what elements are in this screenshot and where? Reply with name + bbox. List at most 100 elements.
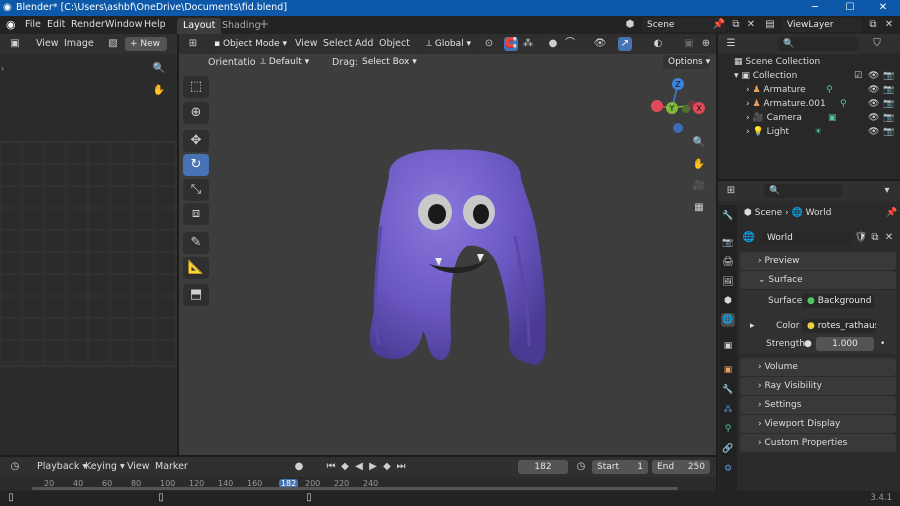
- world-tab-icon[interactable]: 🌐: [721, 313, 735, 327]
- collection-tab-icon[interactable]: ▣: [721, 339, 735, 353]
- properties-type-icon[interactable]: ⊞: [724, 184, 738, 198]
- pivot-icon[interactable]: ⊙: [482, 37, 496, 51]
- snap-icon[interactable]: 🧲: [504, 37, 518, 51]
- minimize-button[interactable]: ─: [798, 0, 832, 16]
- new-image-button[interactable]: + New: [125, 37, 167, 51]
- image-view-menu[interactable]: View: [36, 38, 59, 49]
- jump-start-icon[interactable]: ⏮: [324, 460, 338, 474]
- viewport-zoom-icon[interactable]: 🔍: [692, 136, 706, 150]
- light-render-icon[interactable]: 📷: [883, 127, 894, 137]
- delete-scene-icon[interactable]: ✕: [744, 18, 758, 32]
- armature-visibility-icon[interactable]: 👁: [868, 85, 879, 95]
- pin-icon[interactable]: 📌: [712, 18, 726, 32]
- navigation-gizmo[interactable]: Z Y X: [647, 78, 711, 138]
- xray-icon[interactable]: ▣: [682, 37, 696, 51]
- light-visibility-icon[interactable]: 👁: [868, 127, 879, 137]
- viewport-view-menu[interactable]: View: [295, 38, 318, 49]
- play-reverse-icon[interactable]: ◀: [352, 460, 366, 474]
- jump-end-icon[interactable]: ⏭: [394, 460, 408, 474]
- modifier-tab-icon[interactable]: 🔧: [721, 383, 735, 397]
- scale-tool[interactable]: ⤡: [183, 179, 209, 201]
- viewport-select-menu[interactable]: Select: [323, 38, 352, 49]
- gizmo-x-axis[interactable]: [651, 100, 663, 112]
- annotate-tool[interactable]: ✎: [183, 232, 209, 254]
- outliner-item-armature-001[interactable]: › ♟ Armature.001 ⚲ 👁 📷: [746, 99, 900, 113]
- gizmo-toggle-icon[interactable]: ↗: [618, 37, 632, 51]
- pin-properties-icon[interactable]: 📌: [886, 208, 897, 218]
- output-tab-icon[interactable]: 🖨: [721, 255, 735, 269]
- view-layer-tab-icon[interactable]: 🖼: [721, 275, 735, 289]
- start-frame-field[interactable]: Start 1: [592, 460, 648, 474]
- measure-tool[interactable]: 📐: [183, 257, 209, 279]
- maximize-button[interactable]: ☐: [833, 0, 867, 16]
- viewport-pan-icon[interactable]: ✋: [692, 158, 706, 172]
- physics-tab-icon[interactable]: ⚲: [721, 422, 735, 436]
- viewport-add-menu[interactable]: Add: [355, 38, 373, 49]
- add-workspace-button[interactable]: +: [259, 17, 269, 31]
- preview-range-icon[interactable]: ◷: [574, 460, 588, 474]
- object-tab-icon[interactable]: ▣: [721, 363, 735, 377]
- outliner-type-icon[interactable]: ☰: [724, 37, 738, 51]
- prev-keyframe-icon[interactable]: ◆: [338, 460, 352, 474]
- outliner-search-input[interactable]: 🔍: [778, 37, 858, 51]
- outliner-item-light[interactable]: › 💡 Light ☀ 👁 📷: [746, 127, 900, 141]
- close-window-button[interactable]: ✕: [866, 0, 900, 16]
- menu-edit[interactable]: Edit: [47, 19, 65, 30]
- ray-visibility-section[interactable]: › Ray Visibility: [740, 377, 896, 395]
- record-icon[interactable]: ●: [292, 460, 306, 474]
- particles-tab-icon[interactable]: ⁂: [721, 403, 735, 417]
- falloff-icon[interactable]: ⌒: [563, 37, 577, 51]
- outliner-item-camera[interactable]: › 🎥 Camera ▣ 👁 📷: [746, 113, 900, 127]
- add-cube-tool[interactable]: ⬒: [183, 284, 209, 306]
- perspective-grid-icon[interactable]: ▦: [692, 201, 706, 215]
- play-icon[interactable]: ▶: [366, 460, 380, 474]
- strength-field[interactable]: 1.000: [816, 337, 874, 351]
- timeline-type-icon[interactable]: ◷: [8, 460, 22, 474]
- custom-properties-section[interactable]: › Custom Properties: [740, 434, 896, 452]
- color-texture-field[interactable]: ● rotes_rathaus_...: [802, 319, 876, 333]
- strength-keyframe-icon[interactable]: •: [880, 339, 885, 353]
- new-world-icon[interactable]: ⧉: [868, 231, 882, 245]
- scene-tab-icon[interactable]: ⬢: [721, 294, 735, 308]
- camera-visibility-icon[interactable]: 👁: [868, 113, 879, 123]
- surface-section[interactable]: ⌄ Surface: [740, 271, 896, 289]
- new-scene-icon[interactable]: ⧉: [729, 18, 743, 32]
- rotate-tool[interactable]: ↻: [183, 154, 209, 176]
- object-mode-dropdown[interactable]: ▪ Object Mode ▾: [209, 37, 287, 51]
- current-frame-field[interactable]: 182: [518, 460, 568, 474]
- menu-file[interactable]: File: [25, 19, 41, 30]
- constraints-tab-icon[interactable]: 🔗: [721, 442, 735, 456]
- zoom-icon[interactable]: 🔍: [152, 62, 166, 76]
- keying-menu[interactable]: Keying ▾: [85, 461, 125, 472]
- collection-render-icon[interactable]: 📷: [883, 71, 894, 81]
- pan-hand-icon[interactable]: ✋: [152, 84, 166, 98]
- render-tab-icon[interactable]: 📷: [721, 236, 735, 250]
- camera-view-icon[interactable]: 🎥: [692, 179, 706, 193]
- new-viewlayer-icon[interactable]: ⧉: [866, 18, 880, 32]
- armature-001-render-icon[interactable]: 📷: [883, 99, 894, 109]
- next-keyframe-icon[interactable]: ◆: [380, 460, 394, 474]
- tab-layout[interactable]: Layout: [177, 18, 222, 34]
- orientation-dropdown[interactable]: ⟂ Default ▾: [255, 55, 323, 69]
- transform-orientation-dropdown[interactable]: ⟂ Global ▾: [421, 37, 479, 51]
- data-tab-icon[interactable]: ⚙: [721, 462, 735, 476]
- menu-render[interactable]: Render: [71, 19, 105, 30]
- properties-options-icon[interactable]: ▾: [880, 184, 894, 198]
- 3d-viewport[interactable]: ⊞ ▪ Object Mode ▾ View Select Add Object…: [179, 34, 716, 455]
- viewport-display-section[interactable]: › Viewport Display: [740, 415, 896, 433]
- settings-section[interactable]: › Settings: [740, 396, 896, 414]
- fake-user-icon[interactable]: 🛡: [854, 231, 868, 245]
- marker-menu[interactable]: Marker: [155, 461, 188, 472]
- end-frame-field[interactable]: End 250: [652, 460, 710, 474]
- timeline-scrollbar[interactable]: [32, 487, 678, 490]
- surface-shader-dropdown[interactable]: ● Background: [802, 294, 874, 308]
- volume-section[interactable]: › Volume: [740, 358, 896, 376]
- viewlayer-selector[interactable]: ViewLayer: [782, 18, 862, 32]
- editor-type-icon[interactable]: ▣: [8, 37, 22, 51]
- options-dropdown[interactable]: Options ▾: [663, 55, 710, 69]
- filter-icon[interactable]: ⛉: [870, 37, 884, 51]
- collection-checkbox-icon[interactable]: ☑: [854, 71, 862, 81]
- world-name-field[interactable]: World: [762, 231, 852, 245]
- image-image-menu[interactable]: Image: [64, 38, 94, 49]
- timeline-view-menu[interactable]: View: [127, 461, 150, 472]
